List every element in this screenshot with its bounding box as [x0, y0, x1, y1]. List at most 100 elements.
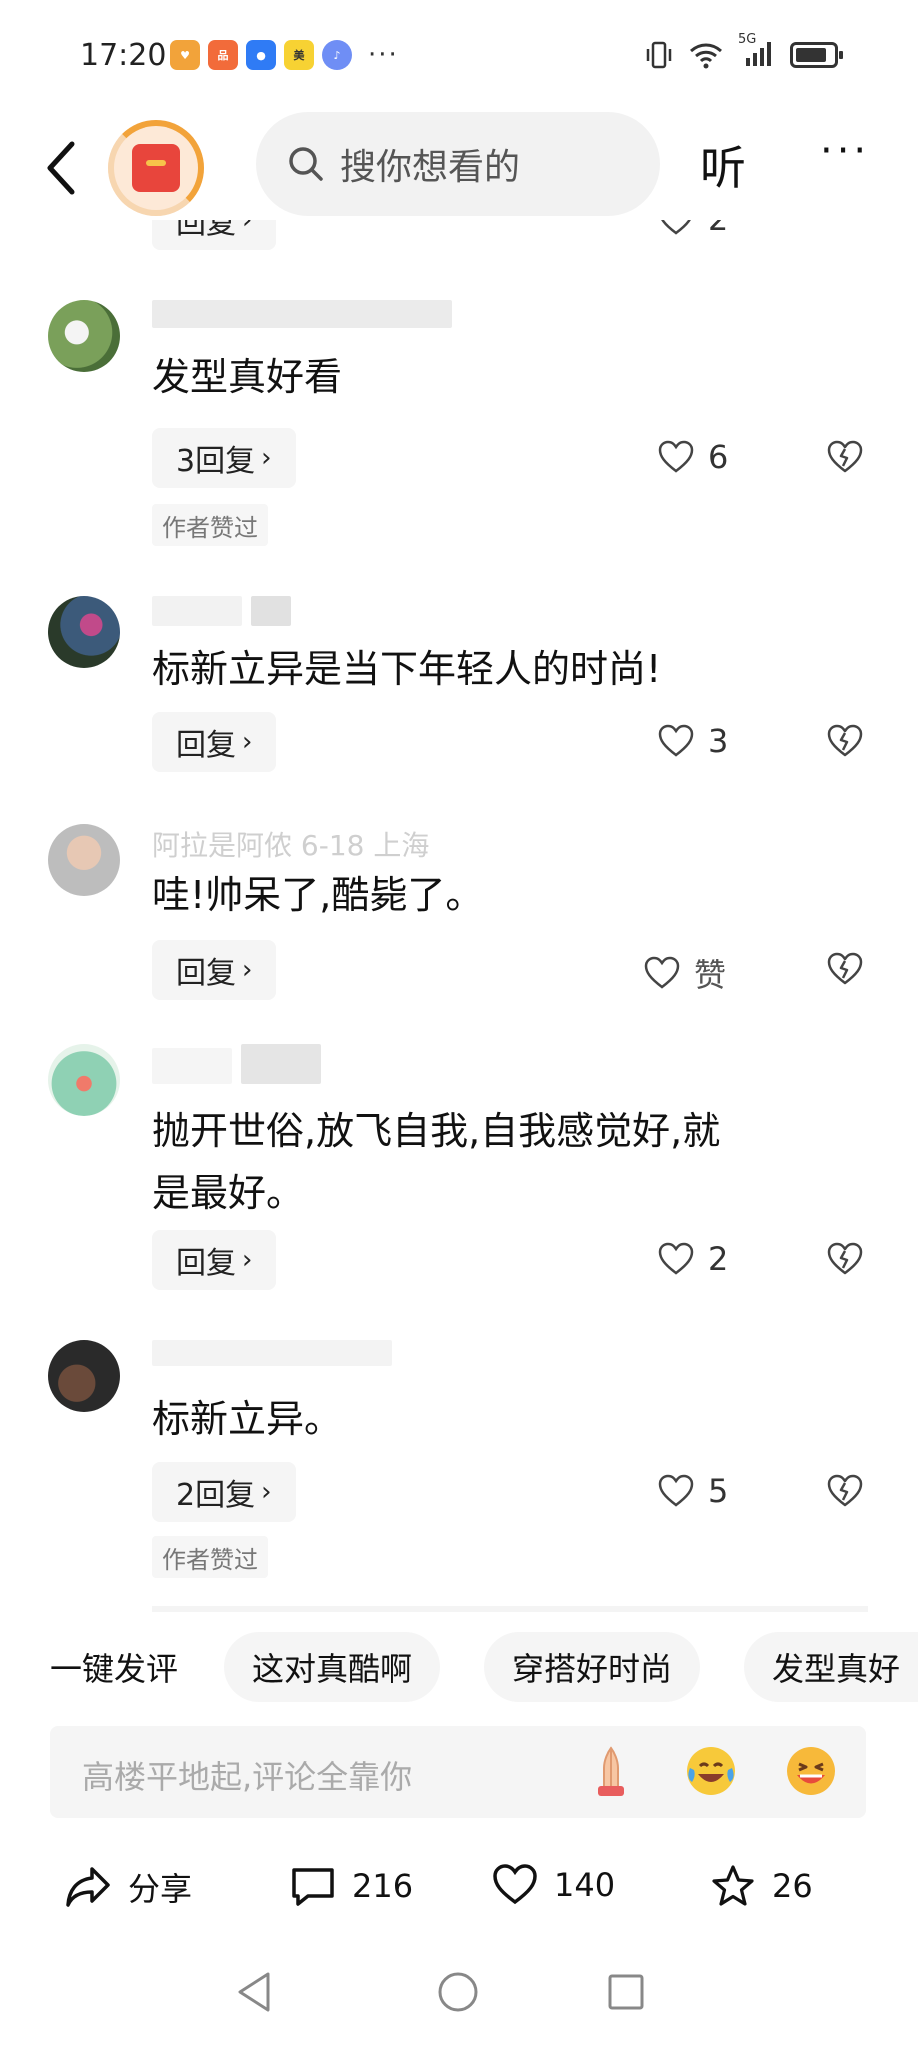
search-icon	[289, 147, 323, 181]
app-notification-icon: 美	[284, 40, 314, 70]
app-notification-icon: ♥	[170, 40, 200, 70]
user-avatar[interactable]	[48, 1340, 120, 1412]
comment-item: 标新立异是当下年轻人的时尚! 回复 › 3	[0, 596, 918, 786]
share-label: 分享	[128, 1870, 193, 1908]
comment-meta	[152, 1340, 392, 1373]
author-liked-tag: 作者赞过	[152, 1536, 268, 1578]
quick-comment-chip[interactable]: 这对真酷啊	[224, 1632, 441, 1702]
comment-text: 抛开世俗,放飞自我,自我感觉好,就 是最好。	[152, 1100, 852, 1224]
reply-label: 回复	[176, 1246, 236, 1281]
more-button[interactable]: ···	[820, 128, 870, 174]
like-count: 6	[708, 438, 729, 476]
user-avatar[interactable]	[48, 1044, 120, 1116]
like-button[interactable]: 2	[658, 1240, 728, 1278]
heart-icon	[658, 440, 694, 473]
reply-button[interactable]: 2回复 ›	[152, 1462, 296, 1522]
comment-count-button[interactable]: 216	[290, 1864, 413, 1908]
quick-comment-chip[interactable]: 穿搭好时尚	[484, 1632, 701, 1702]
pray-emoji-icon[interactable]	[582, 1742, 640, 1800]
like-count-button[interactable]: 140	[492, 1864, 615, 1906]
reply-button[interactable]: 回复 ›	[152, 220, 277, 250]
like-count: 3	[708, 722, 729, 760]
reply-button[interactable]: 回复 ›	[152, 940, 277, 1000]
comment-text: 发型真好看	[152, 355, 343, 399]
like-button[interactable]: 6	[658, 438, 728, 476]
comment-text: 哇!帅呆了,酷毙了。	[152, 873, 484, 917]
user-avatar[interactable]	[48, 824, 120, 896]
status-bar: 17:20 ♥ 品 ● 美 ♪ ··· 5G	[0, 0, 918, 110]
system-nav-bar	[0, 1960, 918, 2040]
comment-item: 发型真好看 3回复 › 6 作者赞过	[0, 300, 918, 546]
favorite-button[interactable]: 26	[710, 1864, 813, 1908]
vibrate-icon	[646, 41, 672, 69]
comment-input[interactable]: 高楼平地起,评论全靠你	[50, 1726, 866, 1818]
like-button[interactable]: 3	[658, 722, 728, 760]
top-nav: 搜你想看的 听 ···	[0, 110, 918, 220]
like-count: 5	[708, 1472, 729, 1510]
like-button[interactable]: 2	[658, 220, 728, 238]
reply-button[interactable]: 3回复 ›	[152, 428, 296, 488]
heart-icon	[493, 1864, 537, 1905]
reply-label: 回复	[176, 220, 236, 241]
red-envelope-icon[interactable]	[108, 120, 204, 216]
reply-label: 回复	[176, 956, 236, 991]
nav-home-icon[interactable]	[436, 1970, 480, 2014]
heart-icon	[658, 1474, 694, 1507]
comment-input-placeholder: 高楼平地起,评论全靠你	[82, 1758, 413, 1796]
comment-meta	[152, 300, 452, 335]
reply-button[interactable]: 回复 ›	[152, 712, 277, 772]
heart-icon	[658, 724, 694, 757]
heart-icon	[661, 220, 691, 235]
reply-label: 3回复	[176, 444, 256, 479]
back-icon[interactable]	[40, 138, 84, 198]
like-count: 2	[708, 1240, 729, 1278]
comment-item: 抛开世俗,放飞自我,自我感觉好,就 是最好。 回复 › 2	[0, 1044, 918, 1290]
dislike-icon[interactable]	[826, 724, 864, 758]
like-count: 2	[708, 220, 728, 238]
comment-item: 阿拉是阿侬 6-18 上海 哇!帅呆了,酷毙了。 回复 › 赞	[0, 824, 918, 1014]
nav-back-icon[interactable]	[234, 1970, 274, 2014]
network-type: 5G	[738, 32, 757, 47]
user-avatar[interactable]	[48, 300, 120, 372]
comment-text: 标新立异。	[152, 1397, 343, 1441]
listen-button[interactable]: 听	[700, 132, 746, 198]
bottom-action-bar: 分享 216 140 26	[0, 1850, 918, 1930]
comment-icon	[292, 1868, 334, 1906]
like-button[interactable]: 5	[658, 1472, 728, 1510]
favorite-count: 26	[772, 1867, 813, 1905]
heart-icon	[658, 1242, 694, 1275]
laughing-tears-emoji-icon[interactable]	[682, 1742, 740, 1800]
comment-text-line: 抛开世俗,放飞自我,自我感觉好,就	[152, 1109, 721, 1153]
wifi-icon	[690, 43, 722, 69]
comment-item: 标新立异。 2回复 › 5 作者赞过	[0, 1340, 918, 1580]
like-button[interactable]: 赞	[644, 950, 726, 996]
chevron-right-icon: ›	[242, 955, 253, 985]
app-notification-icon: ●	[246, 40, 276, 70]
search-placeholder: 搜你想看的	[340, 147, 521, 188]
chevron-right-icon: ›	[261, 443, 272, 473]
dislike-icon[interactable]	[826, 952, 864, 986]
reply-button[interactable]: 回复 ›	[152, 1230, 277, 1290]
comment-meta: 阿拉是阿侬 6-18 上海	[152, 829, 430, 862]
user-avatar[interactable]	[48, 596, 120, 668]
comment-text-line: 是最好。	[152, 1171, 305, 1215]
comment-text: 标新立异是当下年轻人的时尚!	[152, 647, 662, 691]
comment-count: 216	[352, 1867, 414, 1905]
battery-icon	[790, 42, 843, 68]
reply-label: 2回复	[176, 1478, 256, 1513]
comment-meta	[152, 1044, 321, 1091]
dislike-icon[interactable]	[826, 1474, 864, 1508]
author-liked-tag: 作者赞过	[152, 504, 268, 546]
dislike-icon[interactable]	[826, 440, 864, 474]
heart-icon	[644, 956, 680, 989]
grinning-emoji-icon[interactable]	[782, 1742, 840, 1800]
system-icons: 5G	[644, 32, 843, 72]
quick-comment-bar: 一键发评 这对真酷啊 穿搭好时尚 发型真好	[0, 1632, 918, 1702]
signal-icon: 5G	[738, 32, 776, 72]
search-bar[interactable]: 搜你想看的	[256, 112, 660, 216]
dislike-icon[interactable]	[826, 1242, 864, 1276]
share-button[interactable]: 分享	[64, 1864, 192, 1910]
comment-meta	[152, 596, 291, 633]
nav-recents-icon[interactable]	[606, 1972, 646, 2012]
quick-comment-chip[interactable]: 发型真好	[744, 1632, 918, 1702]
